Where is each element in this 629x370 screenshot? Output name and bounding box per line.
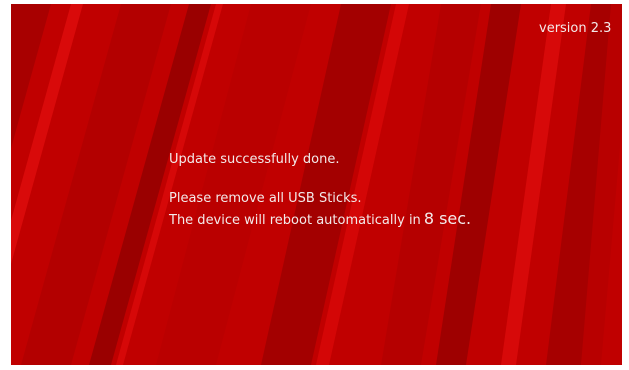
- version-label: version 2.3: [539, 21, 612, 36]
- remove-usb-message: Please remove all USB Sticks.: [169, 191, 362, 206]
- reboot-message: The device will reboot automatically in 8…: [169, 209, 471, 228]
- background-stripes: [11, 4, 622, 365]
- update-screen: version 2.3 Update successfully done. Pl…: [11, 4, 622, 365]
- countdown-timer: 8 sec.: [423, 209, 472, 228]
- reboot-message-text: The device will reboot automatically in: [169, 213, 421, 228]
- update-done-message: Update successfully done.: [169, 152, 340, 167]
